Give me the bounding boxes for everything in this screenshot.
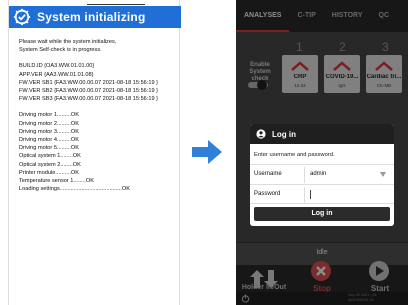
check-line: Temperature sensor 1........OK <box>19 178 94 185</box>
init-dialog-body: Please wait while the system initializes… <box>19 38 177 193</box>
build-id: BUILD.ID {OA3.WW.01.01.00} <box>19 63 95 70</box>
init-message-line: Please wait while the system initializes… <box>19 39 117 45</box>
user-icon <box>256 129 266 139</box>
check-line: Printer module..........OK <box>19 169 79 176</box>
password-field[interactable]: Password <box>250 184 394 204</box>
check-line: Driving motor 2.........OK <box>19 120 79 127</box>
status-line <box>87 4 145 5</box>
check-line: Optical system 2........OK <box>19 161 81 168</box>
login-button[interactable]: Log in <box>254 207 390 221</box>
init-dialog-header: System initializing <box>9 6 181 28</box>
check-line: Driving motor 1.........OK <box>19 112 79 119</box>
fw-version-sb2: FW.VER SB2 {FA3.WW.00.00.07 2021-08-18 1… <box>19 88 158 95</box>
login-message: Enter username and password. <box>254 152 335 158</box>
check-line: Optical system 1........OK <box>19 153 81 160</box>
username-field[interactable]: Username admin <box>250 164 394 184</box>
main-screen: ANALYSES C-TIP HISTORY QC Enable System … <box>236 0 408 305</box>
app-version: APP.VER {AA3.WW.01.01.08} <box>19 71 94 78</box>
username-value: admin <box>310 171 327 177</box>
login-title: Log in <box>272 129 296 139</box>
dropdown-triangle-icon[interactable] <box>380 172 386 177</box>
init-message-line: System Self-check is in progress. <box>19 47 102 54</box>
gear-check-icon <box>13 8 31 26</box>
check-line: Driving motor 3.........OK <box>19 128 79 135</box>
right-arrow-icon <box>192 140 222 164</box>
username-label: Username <box>254 171 282 177</box>
init-screen: System initializing Please wait while th… <box>8 0 181 305</box>
text-cursor <box>310 190 311 199</box>
fw-version-sb1: FW.VER SB1 {FA3.WW.00.00.07 2021-08-18 1… <box>19 79 158 86</box>
fw-version-sb3: FW.VER SB3 {FA3.WW.00.00.07 2021-08-18 1… <box>19 96 158 103</box>
password-label: Password <box>254 191 281 197</box>
check-line: Loading settings........................… <box>19 186 130 193</box>
login-dialog: Log in Enter username and password. User… <box>250 124 394 226</box>
check-line: Driving motor 4.........OK <box>19 137 79 144</box>
init-dialog-title: System initializing <box>37 10 146 24</box>
check-line: Driving motor 5.........OK <box>19 145 79 152</box>
login-header: Log in <box>250 124 394 144</box>
